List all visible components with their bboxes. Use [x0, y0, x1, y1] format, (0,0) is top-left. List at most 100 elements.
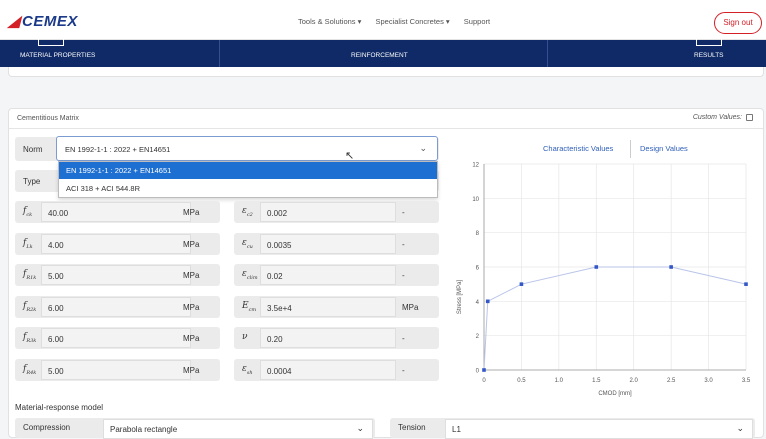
tab-characteristic-values[interactable]: Characteristic Values: [543, 144, 613, 153]
param-unit: MPa: [402, 302, 419, 312]
param-input[interactable]: 5.00: [41, 265, 191, 285]
tension-select[interactable]: L1 ⌄: [445, 419, 753, 439]
param-row-Ecm: Ecm 3.5e+4 MPa: [234, 295, 439, 318]
param-input[interactable]: 6.00: [41, 296, 191, 317]
param-input[interactable]: 0.0035: [260, 233, 396, 254]
y-tick-label: 4: [476, 300, 480, 306]
y-tick-label: 10: [472, 197, 479, 203]
norm-label: Norm: [23, 145, 43, 154]
custom-values-checkbox[interactable]: [746, 114, 753, 121]
x-tick-label: 1.0: [555, 378, 564, 384]
data-point: [519, 282, 524, 286]
param-symbol: εc2: [242, 206, 253, 218]
param-input[interactable]: 0.20: [260, 328, 396, 348]
param-row-fck: fck 40.00 MPa: [15, 201, 220, 223]
top-navbar: ◢ CEMEX Tools & Solutions ▾ Specialist Co…: [0, 0, 766, 40]
param-value: 6.00: [48, 335, 64, 344]
norm-select[interactable]: EN 1992-1-1 : 2022 + EN14651 ⌄ ↖: [56, 136, 438, 162]
step-reinforcement[interactable]: REINFORCEMENT: [351, 40, 408, 67]
results-step-icon: [696, 36, 722, 46]
tab-design-values[interactable]: Design Values: [640, 144, 688, 153]
param-symbol: εsh: [242, 363, 253, 376]
step-label: RESULTS: [694, 52, 724, 59]
data-point: [485, 299, 490, 304]
param-symbol: fLk: [23, 237, 33, 250]
step-label: REINFORCEMENT: [351, 52, 408, 59]
nav-support[interactable]: Support: [464, 17, 490, 26]
step-bar: MATERIAL PROPERTIES REINFORCEMENT RESULT…: [0, 36, 766, 67]
param-unit: -: [402, 365, 405, 375]
step-material-properties[interactable]: MATERIAL PROPERTIES: [20, 36, 96, 67]
norm-dropdown-list: EN 1992-1-1 : 2022 + EN14651 ACI 318 + A…: [58, 161, 438, 198]
param-unit: MPa: [183, 365, 200, 375]
param-input[interactable]: 3.5e+4: [260, 296, 396, 317]
param-unit: MPa: [183, 334, 200, 343]
step-label: MATERIAL PROPERTIES: [20, 52, 96, 59]
y-tick-label: 8: [476, 231, 480, 237]
norm-option-aci318[interactable]: ACI 318 + ACI 544.8R: [59, 180, 437, 197]
tension-label: Tension: [398, 423, 426, 432]
chevron-down-icon: ⌄: [419, 143, 427, 153]
nav-tools-solutions[interactable]: Tools & Solutions ▾: [298, 17, 361, 26]
step-results[interactable]: RESULTS: [694, 36, 724, 67]
param-unit: MPa: [183, 271, 200, 280]
data-point: [482, 368, 486, 372]
custom-values-toggle[interactable]: Custom Values:: [693, 114, 753, 121]
x-tick-label: 2.5: [667, 378, 676, 384]
param-unit: MPa: [183, 302, 200, 312]
param-row-fR1k: fR1k 5.00 MPa: [15, 264, 220, 286]
material-step-icon: [38, 36, 64, 46]
x-tick-label: 3.5: [742, 378, 751, 384]
param-row-εc2: εc2 0.002 -: [234, 201, 439, 223]
previous-section-bottom: [8, 67, 764, 77]
x-tick-label: 1.5: [592, 378, 601, 384]
sign-out-button[interactable]: Sign out: [714, 12, 762, 34]
data-point: [594, 265, 599, 269]
data-point: [669, 265, 673, 269]
x-tick-label: 2.0: [630, 378, 639, 384]
param-input[interactable]: 6.00: [41, 328, 191, 348]
param-input[interactable]: 0.02: [260, 265, 396, 285]
param-value: 5.00: [48, 272, 64, 281]
series-line: [483, 266, 747, 371]
stress-cmod-chart: 0 2 4 6 8 10 12 0 0.5 1.0 1.5 2.0 2.5 3.0 3.5 CMOD [mm]…: [457, 163, 751, 398]
param-input[interactable]: 0.0004: [260, 359, 396, 380]
param-input[interactable]: 0.002: [260, 202, 396, 222]
param-input[interactable]: 40.00: [41, 202, 191, 222]
param-symbol: εclim: [242, 269, 258, 281]
param-value: 0.0004: [267, 366, 292, 376]
norm-option-en1992[interactable]: EN 1992-1-1 : 2022 + EN14651: [59, 162, 437, 179]
response-model-title: Material-response model: [15, 403, 104, 412]
cemex-logo[interactable]: ◢ CEMEX: [8, 12, 78, 30]
compression-label: Compression: [23, 423, 71, 432]
logo-text: CEMEX: [22, 13, 78, 30]
type-label: Type: [23, 177, 41, 186]
compression-select[interactable]: Parabola rectangle ⌄: [103, 419, 373, 439]
param-unit: -: [402, 239, 405, 249]
logo-mark-icon: ◢: [8, 13, 21, 30]
param-row-εsh: εsh 0.0004 -: [234, 358, 439, 381]
param-value: 4.00: [48, 240, 64, 250]
panel-title: Cementitious Matrix: [17, 115, 79, 122]
param-value: 0.20: [267, 335, 283, 344]
param-symbol: fR3k: [23, 332, 37, 344]
main-nav: Tools & Solutions ▾ Specialist Concretes…: [298, 17, 502, 26]
param-input[interactable]: 5.00: [41, 359, 191, 380]
param-unit: -: [402, 271, 405, 280]
param-value: 6.00: [48, 303, 64, 313]
param-row-fR3k: fR3k 6.00 MPa: [15, 327, 220, 349]
param-row-ν: ν 0.20 -: [234, 327, 439, 349]
chevron-down-icon: ⌄: [736, 423, 744, 433]
nav-specialist-concretes[interactable]: Specialist Concretes ▾: [375, 17, 449, 26]
compression-row: Compression Parabola rectangle ⌄: [15, 418, 375, 439]
param-symbol: fck: [23, 206, 33, 218]
param-row-εclim: εclim 0.02 -: [234, 264, 439, 286]
custom-values-label: Custom Values:: [692, 114, 742, 121]
param-input[interactable]: 4.00: [41, 233, 191, 254]
panel-header: Cementitious Matrix Custom Values:: [9, 109, 763, 129]
param-value: 0.02: [267, 272, 283, 281]
param-unit: -: [402, 208, 405, 217]
x-tick-label: 0.5: [517, 378, 526, 384]
param-row-εcu: εcu 0.0035 -: [234, 232, 439, 255]
param-row-fR4k: fR4k 5.00 MPa: [15, 358, 220, 381]
